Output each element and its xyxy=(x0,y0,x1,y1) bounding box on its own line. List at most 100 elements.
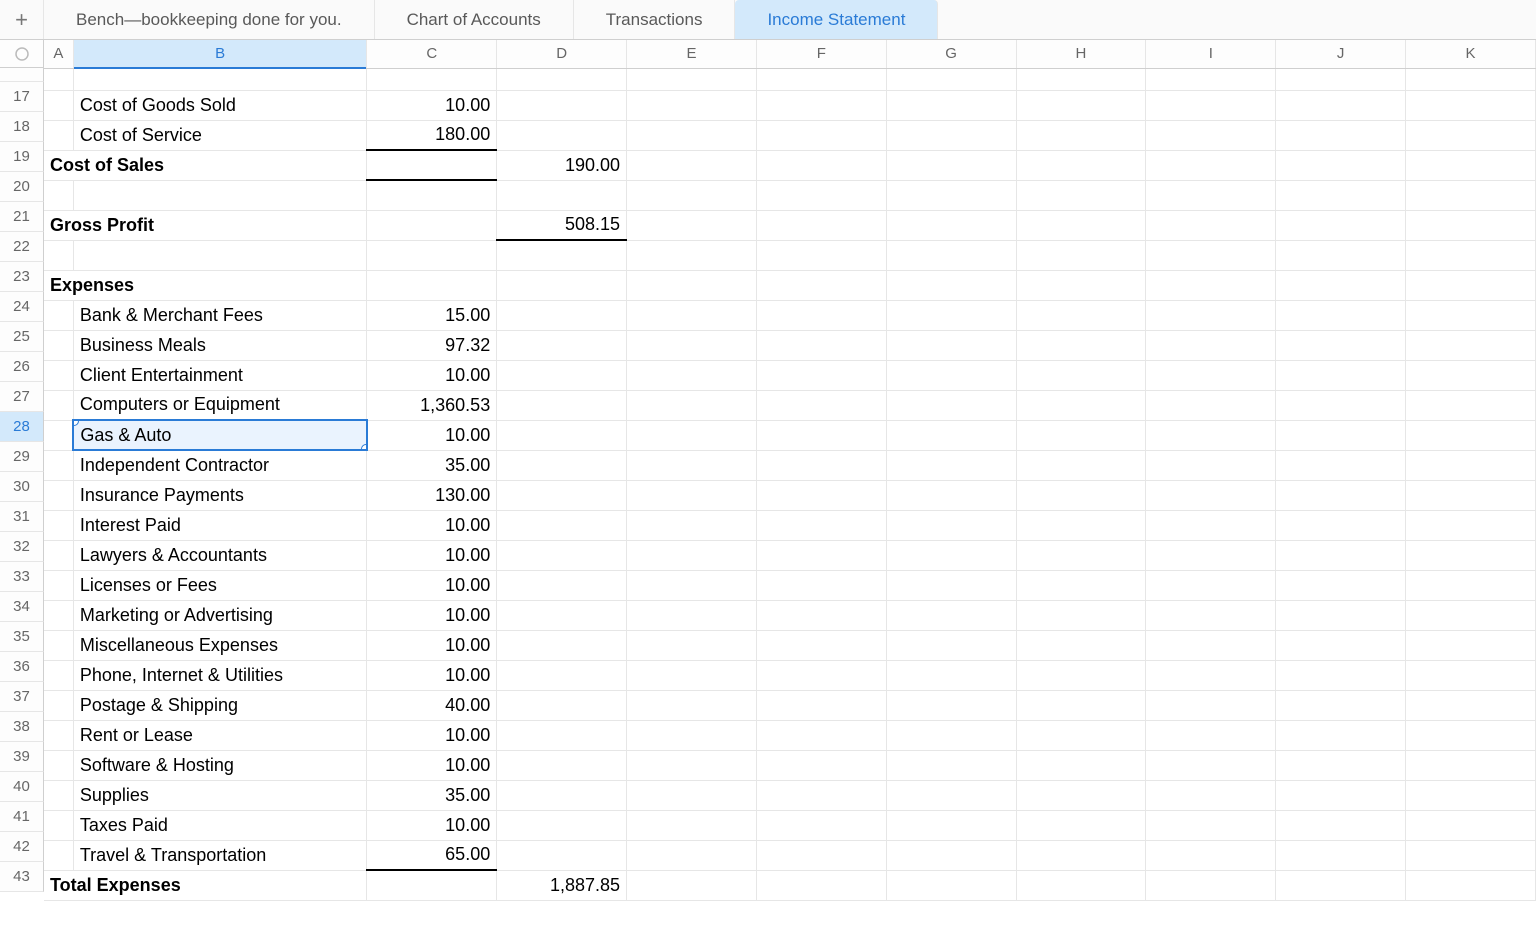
cell[interactable] xyxy=(886,840,1016,870)
cell[interactable] xyxy=(1276,840,1406,870)
cell[interactable] xyxy=(1146,780,1276,810)
cell[interactable]: Independent Contractor xyxy=(73,450,367,480)
cell[interactable] xyxy=(44,660,73,690)
cell[interactable] xyxy=(44,90,73,120)
cell[interactable] xyxy=(497,120,627,150)
cell[interactable] xyxy=(497,600,627,630)
cell[interactable] xyxy=(1016,150,1146,180)
cell[interactable] xyxy=(1276,180,1406,210)
cell[interactable] xyxy=(1276,870,1406,900)
cell[interactable] xyxy=(627,720,757,750)
cell[interactable] xyxy=(497,330,627,360)
cell[interactable] xyxy=(627,660,757,690)
cell[interactable]: 10.00 xyxy=(367,660,497,690)
cell[interactable] xyxy=(497,450,627,480)
cell[interactable] xyxy=(886,68,1016,90)
cell[interactable]: 10.00 xyxy=(367,360,497,390)
cell[interactable]: Taxes Paid xyxy=(73,810,367,840)
cell[interactable] xyxy=(886,780,1016,810)
cell[interactable] xyxy=(497,240,627,270)
row-header-19[interactable]: 19 xyxy=(0,142,44,172)
cell[interactable] xyxy=(1016,690,1146,720)
cell[interactable] xyxy=(627,68,757,90)
cell[interactable] xyxy=(886,690,1016,720)
cell[interactable] xyxy=(497,780,627,810)
cell[interactable] xyxy=(886,750,1016,780)
cell[interactable] xyxy=(1406,480,1536,510)
cell[interactable] xyxy=(627,750,757,780)
cell[interactable] xyxy=(44,690,73,720)
cell[interactable] xyxy=(44,480,73,510)
cell[interactable] xyxy=(886,240,1016,270)
cell[interactable] xyxy=(886,480,1016,510)
cell[interactable] xyxy=(1146,450,1276,480)
cell[interactable] xyxy=(1276,780,1406,810)
cell[interactable] xyxy=(497,690,627,720)
cell[interactable] xyxy=(627,360,757,390)
add-sheet-button[interactable]: + xyxy=(0,0,44,39)
cell[interactable] xyxy=(497,720,627,750)
row-header-22[interactable]: 22 xyxy=(0,232,44,262)
cell[interactable] xyxy=(627,240,757,270)
cell[interactable] xyxy=(1406,540,1536,570)
cell[interactable] xyxy=(886,300,1016,330)
row-header-33[interactable]: 33 xyxy=(0,562,44,592)
cell[interactable]: Cost of Sales xyxy=(44,150,367,180)
row-header-24[interactable]: 24 xyxy=(0,292,44,322)
cell[interactable] xyxy=(1406,240,1536,270)
cell[interactable]: Miscellaneous Expenses xyxy=(73,630,367,660)
cell[interactable] xyxy=(497,420,627,450)
cell[interactable] xyxy=(756,630,886,660)
cell[interactable] xyxy=(497,750,627,780)
sheet-tab-2[interactable]: Transactions xyxy=(574,0,736,39)
cell[interactable] xyxy=(1016,840,1146,870)
cell[interactable] xyxy=(497,68,627,90)
cell[interactable] xyxy=(44,420,73,450)
row-header-43[interactable]: 43 xyxy=(0,862,44,892)
cell[interactable] xyxy=(1146,600,1276,630)
cell[interactable] xyxy=(44,450,73,480)
cell[interactable] xyxy=(1016,870,1146,900)
cell[interactable] xyxy=(756,68,886,90)
cell[interactable] xyxy=(886,90,1016,120)
cell[interactable] xyxy=(886,570,1016,600)
cell[interactable] xyxy=(1406,420,1536,450)
cell[interactable] xyxy=(627,570,757,600)
cell[interactable] xyxy=(756,360,886,390)
cell[interactable] xyxy=(756,390,886,420)
cell[interactable]: Supplies xyxy=(73,780,367,810)
cell[interactable] xyxy=(1146,870,1276,900)
cell[interactable]: 508.15 xyxy=(497,210,627,240)
cell[interactable] xyxy=(1276,68,1406,90)
cell[interactable]: 10.00 xyxy=(367,810,497,840)
col-header-K[interactable]: K xyxy=(1406,40,1536,68)
cell[interactable] xyxy=(44,630,73,660)
cell[interactable]: 190.00 xyxy=(497,150,627,180)
cell[interactable] xyxy=(1276,360,1406,390)
cell[interactable] xyxy=(497,840,627,870)
cell[interactable]: Total Expenses xyxy=(44,870,367,900)
cell[interactable] xyxy=(1016,630,1146,660)
cell[interactable] xyxy=(1276,90,1406,120)
cell[interactable] xyxy=(1406,330,1536,360)
cell[interactable] xyxy=(1016,570,1146,600)
cell[interactable] xyxy=(497,360,627,390)
cell[interactable] xyxy=(1406,300,1536,330)
cell[interactable] xyxy=(44,810,73,840)
cell[interactable] xyxy=(1016,180,1146,210)
cell[interactable] xyxy=(1146,690,1276,720)
cell[interactable] xyxy=(756,150,886,180)
cell[interactable] xyxy=(367,210,497,240)
cell[interactable] xyxy=(44,68,73,90)
cell[interactable] xyxy=(1276,210,1406,240)
cell[interactable] xyxy=(627,630,757,660)
cell[interactable] xyxy=(497,270,627,300)
cell[interactable] xyxy=(1146,210,1276,240)
cell[interactable]: 35.00 xyxy=(367,780,497,810)
cell[interactable] xyxy=(886,510,1016,540)
cell[interactable]: 10.00 xyxy=(367,600,497,630)
cell[interactable] xyxy=(497,570,627,600)
cell[interactable]: Cost of Goods Sold xyxy=(73,90,367,120)
cell[interactable] xyxy=(1276,570,1406,600)
cell[interactable] xyxy=(1146,270,1276,300)
